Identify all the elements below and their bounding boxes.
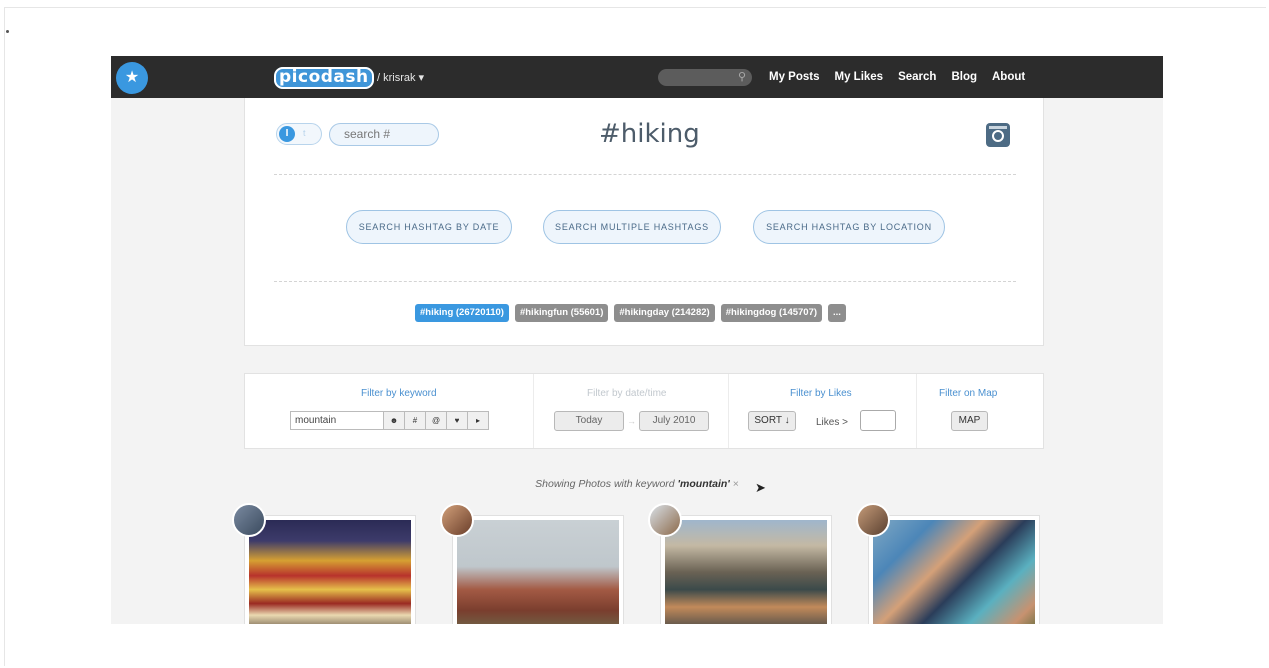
avatar[interactable] — [232, 503, 266, 537]
likes-min-input[interactable] — [860, 410, 896, 431]
divider — [274, 281, 1016, 282]
photo-card[interactable] — [660, 515, 832, 624]
page-dot — [6, 30, 9, 33]
nav-blog[interactable]: Blog — [951, 71, 977, 83]
filter-likes-section: Filter by Likes SORT ↓ Likes > — [728, 374, 917, 448]
play-filter-icon[interactable]: ▸ — [468, 411, 489, 430]
results-keyword: 'mountain' — [677, 478, 730, 490]
tag-hikingfun[interactable]: #hikingfun (55601) — [514, 304, 609, 322]
results-prefix: Showing Photos with keyword — [535, 478, 678, 490]
hashtag-card: I t search # #hiking SEARCH HASHTAG BY D… — [244, 98, 1044, 346]
filter-map-section: Filter on Map MAP — [916, 374, 1044, 448]
user-menu[interactable]: / krisrak ▾ — [377, 71, 424, 84]
likes-filter-icon[interactable]: ♥ — [447, 411, 468, 430]
likes-label: Likes > — [816, 417, 848, 428]
photo-image[interactable] — [249, 520, 411, 624]
keyword-group: mountain ☻ # @ ♥ ▸ — [290, 411, 489, 430]
nav-my-likes[interactable]: My Likes — [835, 71, 884, 83]
tag-more[interactable]: ... — [828, 304, 846, 322]
date-arrow: → — [627, 416, 636, 426]
photo-image[interactable] — [665, 520, 827, 624]
search-by-location-button[interactable]: SEARCH HASHTAG BY LOCATION — [753, 210, 945, 244]
instagram-lens — [992, 130, 1004, 142]
filter-card: Filter by keyword mountain ☻ # @ ♥ ▸ Fil… — [244, 373, 1044, 449]
sort-button[interactable]: SORT ↓ — [748, 411, 796, 431]
photo-card[interactable] — [244, 515, 416, 624]
hashtag-filter-icon[interactable]: # — [405, 411, 426, 430]
photo-card[interactable] — [868, 515, 1040, 624]
filter-keyword-section: Filter by keyword mountain ☻ # @ ♥ ▸ — [245, 374, 533, 448]
filter-keyword-title: Filter by keyword — [361, 388, 437, 399]
search-multiple-hashtags-button[interactable]: SEARCH MULTIPLE HASHTAGS — [543, 210, 721, 244]
tag-hikingdog[interactable]: #hikingdog (145707) — [720, 304, 823, 322]
avatar[interactable] — [856, 503, 890, 537]
filter-date-section: Filter by date/time Today → July 2010 — [533, 374, 729, 448]
results-note: Showing Photos with keyword 'mountain' × — [111, 478, 1163, 490]
photo-card[interactable] — [452, 515, 624, 624]
top-search-input[interactable]: ⚲ — [658, 69, 752, 86]
instagram-strip — [989, 126, 1007, 129]
toggle-knob[interactable]: I — [279, 126, 295, 142]
map-button[interactable]: MAP — [951, 411, 988, 431]
keyword-input[interactable]: mountain — [290, 411, 384, 430]
avatar[interactable] — [648, 503, 682, 537]
tag-hikingday[interactable]: #hikingday (214282) — [614, 304, 715, 322]
search-icon[interactable]: ⚲ — [738, 70, 746, 83]
filter-likes-title: Filter by Likes — [790, 388, 852, 399]
top-navbar: ★ picodash / krisrak ▾ ⚲ My Posts My Lik… — [111, 56, 1163, 98]
nav-search[interactable]: Search — [898, 71, 936, 83]
mention-filter-icon[interactable]: @ — [426, 411, 447, 430]
filter-date-title: Filter by date/time — [587, 388, 667, 399]
divider — [274, 174, 1016, 175]
user-filter-icon[interactable]: ☻ — [384, 411, 405, 430]
hashtag-search-input[interactable]: search # — [329, 123, 439, 146]
star-icon[interactable]: ★ — [116, 62, 148, 94]
search-by-date-button[interactable]: SEARCH HASHTAG BY DATE — [346, 210, 512, 244]
page-title: #hiking — [599, 119, 700, 149]
picodash-logo[interactable]: picodash — [274, 67, 374, 89]
mode-toggle[interactable]: I t — [276, 123, 322, 145]
date-to-button[interactable]: July 2010 — [639, 411, 709, 431]
photo-image[interactable] — [873, 520, 1035, 624]
mouse-cursor: ➤ — [755, 480, 766, 495]
clear-keyword-button[interactable]: × — [733, 478, 739, 490]
filter-map-title: Filter on Map — [939, 388, 998, 399]
app-viewport: ★ picodash / krisrak ▾ ⚲ My Posts My Lik… — [111, 56, 1163, 624]
photo-image[interactable] — [457, 520, 619, 624]
avatar[interactable] — [440, 503, 474, 537]
related-tags: #hiking (26720110) #hikingfun (55601) #h… — [415, 304, 846, 322]
toggle-off-label: t — [303, 128, 306, 138]
date-from-button[interactable]: Today — [554, 411, 624, 431]
instagram-icon[interactable] — [986, 123, 1010, 147]
tag-hiking[interactable]: #hiking (26720110) — [415, 304, 509, 322]
nav-my-posts[interactable]: My Posts — [769, 71, 820, 83]
nav-about[interactable]: About — [992, 71, 1025, 83]
nav-links: My Posts My Likes Search Blog About — [769, 71, 1025, 83]
